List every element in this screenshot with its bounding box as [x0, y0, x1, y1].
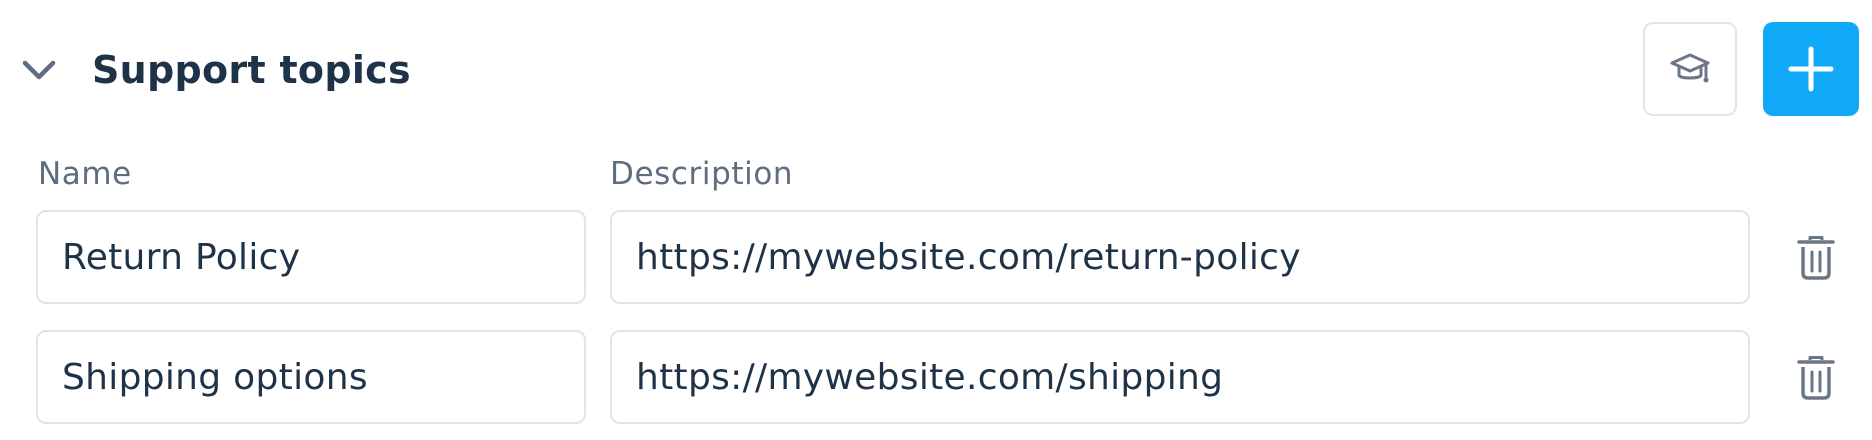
delete-topic-button[interactable] [1790, 348, 1842, 408]
topic-name-input[interactable] [36, 330, 586, 424]
description-column-label: Description [610, 156, 794, 192]
collapse-toggle[interactable] [14, 50, 64, 90]
learn-more-button[interactable] [1643, 22, 1737, 116]
plus-icon [1788, 46, 1834, 92]
graduation-cap-icon [1670, 53, 1710, 83]
topic-description-input[interactable] [610, 210, 1750, 304]
topic-name-input[interactable] [36, 210, 586, 304]
section-header: Support topics [0, 0, 1872, 140]
delete-topic-button[interactable] [1790, 228, 1842, 288]
trash-icon [1797, 356, 1835, 400]
topic-description-input[interactable] [610, 330, 1750, 424]
section-title: Support topics [92, 48, 411, 92]
trash-icon [1797, 236, 1835, 280]
name-column-label: Name [38, 156, 132, 192]
add-topic-button[interactable] [1763, 22, 1859, 116]
support-topics-panel: Support topics Name Description [0, 0, 1872, 440]
chevron-down-icon [22, 60, 56, 80]
